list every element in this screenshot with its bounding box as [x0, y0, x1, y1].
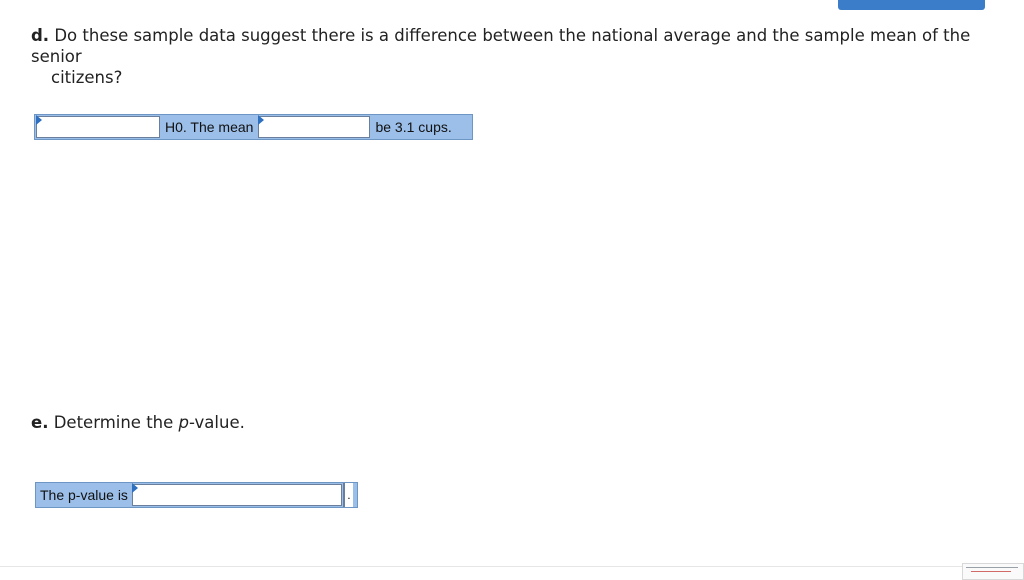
question-e-italic-p: p	[178, 413, 190, 432]
top-action-button[interactable]	[838, 0, 985, 10]
question-e-text-after: -value.	[189, 413, 245, 432]
question-d: d. Do these sample data suggest there is…	[31, 25, 1006, 88]
pvalue-label: The p-value is	[40, 487, 128, 503]
thumbnail-preview[interactable]	[962, 563, 1024, 580]
h0-text: H0. The mean	[165, 119, 254, 135]
pvalue-input[interactable]	[131, 483, 342, 506]
hypothesis-dropdown-1[interactable]	[36, 115, 160, 138]
question-e: e. Determine the p-value.	[31, 412, 245, 433]
hypothesis-dropdown-2[interactable]	[258, 115, 371, 138]
thumbnail-line	[971, 571, 1011, 572]
question-d-label: d.	[31, 26, 50, 45]
pvalue-period: .	[342, 483, 353, 507]
footer-divider	[0, 566, 1024, 567]
dropdown-caret-icon	[36, 115, 42, 125]
input-marker-icon	[131, 483, 138, 493]
question-d-text-continued: citizens?	[51, 68, 123, 87]
hypothesis-suffix-text: be 3.1 cups.	[375, 119, 452, 135]
pvalue-row: The p-value is .	[35, 482, 358, 508]
thumbnail-line	[966, 567, 1018, 568]
hypothesis-row: H0. The mean be 3.1 cups.	[34, 114, 473, 140]
question-d-text: Do these sample data suggest there is a …	[31, 26, 971, 66]
question-e-text: Determine the	[53, 413, 179, 432]
question-e-label: e.	[31, 413, 49, 432]
dropdown-caret-icon	[258, 115, 265, 125]
